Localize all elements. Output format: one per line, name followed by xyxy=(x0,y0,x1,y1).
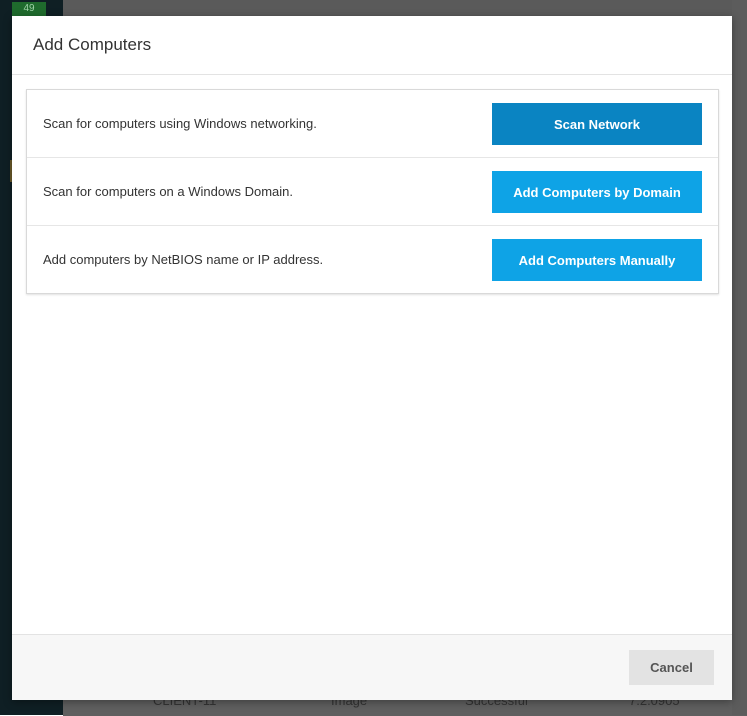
dialog-header: Add Computers xyxy=(12,16,732,75)
add-computers-dialog: Add Computers Scan for computers using W… xyxy=(12,16,732,700)
option-row-add-manually: Add computers by NetBIOS name or IP addr… xyxy=(27,226,718,293)
add-computers-manually-button[interactable]: Add Computers Manually xyxy=(492,239,702,281)
cancel-button[interactable]: Cancel xyxy=(629,650,714,685)
dialog-title: Add Computers xyxy=(33,35,152,54)
background-right-edge xyxy=(732,0,747,715)
add-method-list: Scan for computers using Windows network… xyxy=(26,89,719,294)
add-computers-by-domain-button[interactable]: Add Computers by Domain xyxy=(492,171,702,213)
scan-network-button[interactable]: Scan Network xyxy=(492,103,702,145)
option-description: Add computers by NetBIOS name or IP addr… xyxy=(43,252,324,267)
option-description: Scan for computers on a Windows Domain. xyxy=(43,184,293,199)
option-row-add-by-domain: Scan for computers on a Windows Domain. … xyxy=(27,158,718,226)
option-description: Scan for computers using Windows network… xyxy=(43,116,317,131)
option-row-scan-network: Scan for computers using Windows network… xyxy=(27,90,718,158)
dialog-footer: Cancel xyxy=(12,634,732,700)
background-badge: 49 xyxy=(12,2,46,16)
